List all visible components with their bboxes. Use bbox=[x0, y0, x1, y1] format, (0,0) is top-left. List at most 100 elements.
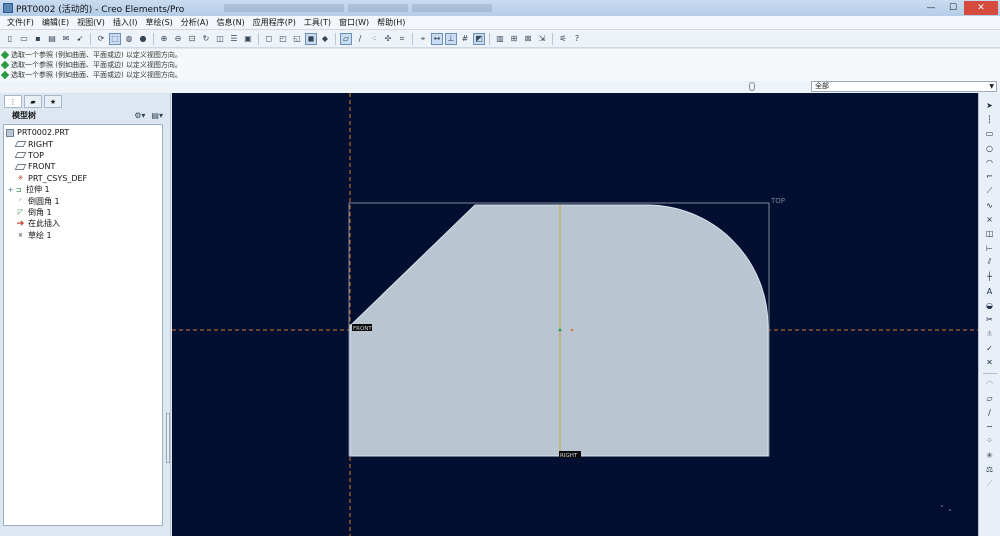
saved-views-icon[interactable]: ◫ bbox=[214, 33, 226, 45]
view-manager-icon[interactable]: ▣ bbox=[242, 33, 254, 45]
trim-icon[interactable]: ✂ bbox=[982, 313, 998, 325]
regenerate-icon[interactable]: ⟳ bbox=[95, 33, 107, 45]
curve-tool-icon[interactable]: ∼ bbox=[982, 421, 998, 433]
fillet-icon[interactable]: ⌐ bbox=[982, 170, 998, 182]
selection-filter-dropdown[interactable]: 全部 ▼ bbox=[811, 81, 997, 92]
hidden-line-icon[interactable]: ◰ bbox=[277, 33, 289, 45]
tree-item-part[interactable]: PRT0002.PRT bbox=[4, 127, 162, 138]
arc-icon[interactable]: ◠ bbox=[982, 156, 998, 168]
layers-icon[interactable]: ☰ bbox=[228, 33, 240, 45]
menu-view[interactable]: 视图(V) bbox=[73, 17, 109, 28]
menu-window[interactable]: 窗口(W) bbox=[335, 17, 373, 28]
no-hidden-icon[interactable]: ◱ bbox=[291, 33, 303, 45]
minimize-button[interactable]: — bbox=[920, 1, 942, 15]
tree-show-icon[interactable]: ▤▾ bbox=[151, 111, 163, 120]
menu-analysis[interactable]: 分析(A) bbox=[177, 17, 213, 28]
menu-edit[interactable]: 编辑(E) bbox=[38, 17, 73, 28]
shading-icon[interactable]: ● bbox=[137, 33, 149, 45]
csys-tool-icon[interactable]: ✳ bbox=[982, 449, 998, 461]
tab-favorites[interactable]: ★ bbox=[44, 95, 62, 108]
constraint-icon[interactable]: ┼ bbox=[982, 271, 998, 283]
menu-info[interactable]: 信息(N) bbox=[213, 17, 249, 28]
refit-icon[interactable]: ⊡ bbox=[186, 33, 198, 45]
tree-item-round[interactable]: ◜ 倒圆角 1 bbox=[4, 195, 162, 206]
tab-folder-browser[interactable]: ▰ bbox=[24, 95, 42, 108]
close-button[interactable]: ✕ bbox=[964, 1, 998, 15]
context-help-icon[interactable]: ? bbox=[571, 33, 583, 45]
dimension-display-icon[interactable]: ↔ bbox=[431, 32, 443, 45]
mirror-icon[interactable]: ⋔ bbox=[982, 328, 998, 340]
enhanced-realism-icon[interactable]: ◆ bbox=[319, 33, 331, 45]
sketch-canvas[interactable]: TOP FRONT RIGHT bbox=[172, 93, 978, 536]
wireframe-icon[interactable]: ◻ bbox=[263, 33, 275, 45]
menu-file[interactable]: 文件(F) bbox=[3, 17, 38, 28]
datum-point-tool-icon[interactable]: ⁘ bbox=[982, 435, 998, 447]
tab-model-tree[interactable]: ⋮ bbox=[4, 95, 22, 108]
tree-item-top[interactable]: TOP bbox=[4, 150, 162, 161]
tree-settings-icon[interactable]: ⚙▾ bbox=[134, 111, 145, 120]
analysis-icon[interactable]: ⚟ bbox=[557, 33, 569, 45]
save-icon[interactable]: ▪ bbox=[32, 33, 44, 45]
vertex-display-icon[interactable]: ◩ bbox=[473, 32, 485, 45]
email-icon[interactable]: ✉ bbox=[60, 33, 72, 45]
circle-icon[interactable]: ○ bbox=[982, 142, 998, 154]
spline-icon[interactable]: ∿ bbox=[982, 199, 998, 211]
centerline-icon[interactable]: ┆ bbox=[982, 113, 998, 125]
datum-point-display-icon[interactable]: ⁖ bbox=[368, 33, 380, 45]
cancel-x-icon[interactable]: ✕ bbox=[982, 356, 998, 368]
text-icon[interactable]: A bbox=[982, 285, 998, 297]
expand-icon[interactable]: + bbox=[7, 186, 14, 194]
graphics-window[interactable]: TOP FRONT RIGHT bbox=[172, 93, 978, 536]
tree-item-right[interactable]: RIGHT bbox=[4, 138, 162, 149]
select-arrow-icon[interactable]: ➤ bbox=[982, 99, 998, 111]
plane-tool-icon[interactable]: ▱ bbox=[982, 392, 998, 404]
maximize-button[interactable]: ☐ bbox=[942, 1, 964, 15]
import-icon[interactable]: ⇲ bbox=[536, 33, 548, 45]
print-icon[interactable]: ▤ bbox=[46, 33, 58, 45]
use-edge-icon[interactable]: ◫ bbox=[982, 228, 998, 240]
sketch-grid-icon[interactable]: ⊞ bbox=[508, 33, 520, 45]
sketch-tool-icon[interactable]: ◠ bbox=[982, 378, 998, 390]
tree-item-chamfer[interactable]: ◸ 倒角 1 bbox=[4, 207, 162, 218]
tree-item-insert-here[interactable]: ➔ 在此插入 bbox=[4, 218, 162, 229]
new-file-icon[interactable]: ▯ bbox=[4, 33, 16, 45]
palette-icon[interactable]: ◒ bbox=[982, 299, 998, 311]
zoom-out-icon[interactable]: ⊖ bbox=[172, 33, 184, 45]
tree-item-sketch[interactable]: ⩙ 草绘 1 bbox=[4, 230, 162, 241]
datum-axis-display-icon[interactable]: ∕ bbox=[354, 33, 366, 45]
tree-item-csys[interactable]: ✳ PRT_CSYS_DEF bbox=[4, 173, 162, 184]
analysis-tool-icon[interactable]: ⚖ bbox=[982, 463, 998, 475]
dimension-icon[interactable]: ⊢ bbox=[982, 242, 998, 254]
datum-plane-display-icon[interactable]: ▱ bbox=[340, 32, 352, 45]
tree-item-front[interactable]: FRONT bbox=[4, 161, 162, 172]
point-icon[interactable]: × bbox=[982, 213, 998, 225]
shaded-icon[interactable]: ◼ bbox=[305, 32, 317, 45]
extra-tool-icon[interactable]: ⟋ bbox=[982, 478, 998, 490]
select-filter-icon[interactable]: ⬚ bbox=[109, 32, 121, 45]
axis-tool-icon[interactable]: ∕ bbox=[982, 406, 998, 418]
sketch-view-icon[interactable]: ▥ bbox=[494, 33, 506, 45]
chamfer-tool-icon[interactable]: ⟋ bbox=[982, 185, 998, 197]
menu-applications[interactable]: 应用程序(P) bbox=[249, 17, 300, 28]
menu-insert[interactable]: 插入(I) bbox=[109, 17, 142, 28]
panel-splitter-handle[interactable] bbox=[166, 413, 170, 463]
zoom-in-icon[interactable]: ⊕ bbox=[158, 33, 170, 45]
menu-sketch[interactable]: 草绘(S) bbox=[141, 17, 176, 28]
done-check-icon[interactable]: ✓ bbox=[982, 342, 998, 354]
open-folder-icon[interactable]: ▭ bbox=[18, 33, 30, 45]
menu-help[interactable]: 帮助(H) bbox=[373, 17, 409, 28]
modify-icon[interactable]: ⫽ bbox=[982, 256, 998, 268]
tree-item-extrude[interactable]: + ⊐ 拉伸 1 bbox=[4, 184, 162, 195]
csys-display-icon[interactable]: ✣ bbox=[382, 33, 394, 45]
rectangle-icon[interactable]: ▭ bbox=[982, 128, 998, 140]
grid-display-icon[interactable]: # bbox=[459, 33, 471, 45]
sketch-snap-icon[interactable]: ⊠ bbox=[522, 33, 534, 45]
appearance-icon[interactable]: ◍ bbox=[123, 33, 135, 45]
reorient-icon[interactable]: ↻ bbox=[200, 33, 212, 45]
menu-tools[interactable]: 工具(T) bbox=[300, 17, 335, 28]
sketch-orientation-icon[interactable]: ⌖ bbox=[417, 33, 429, 45]
midpoint-marker bbox=[570, 328, 574, 332]
constraint-display-icon[interactable]: ⊥ bbox=[445, 32, 457, 45]
send-icon[interactable]: ➹ bbox=[74, 33, 86, 45]
annotation-display-icon[interactable]: ⌗ bbox=[396, 33, 408, 45]
